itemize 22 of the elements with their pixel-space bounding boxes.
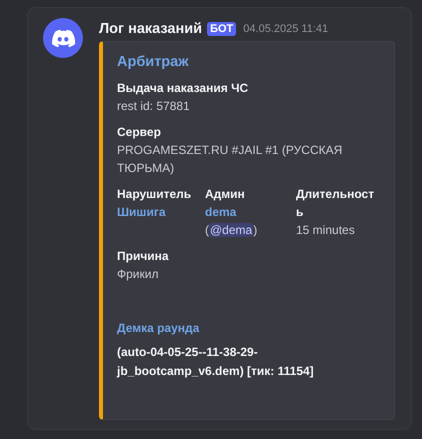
embed-title: Арбитраж [117,54,190,70]
bot-badge: БОТ [207,22,236,36]
field-name: Админ [205,186,245,203]
field-name: Нарушитель [117,186,192,203]
parenthesis: ) [253,223,258,237]
field-value: Фрикил [117,266,160,283]
user-link[interactable]: Шишига [117,203,166,221]
bot-avatar-icon[interactable] [43,18,83,58]
parenthesis: ( [205,223,209,237]
field-name: Демка раунда [117,320,200,337]
field-value: (auto-04-05-25--11-38-29-jb_bootcamp_v6.dem) [тик: 11154] [117,344,315,380]
field-name: Причина [117,248,170,265]
user-link[interactable]: dema [205,203,236,221]
user-mention[interactable]: @dema [209,223,254,237]
timestamp: 04.05.2025 11:41 [243,23,328,35]
field-value: 15 minutes [296,222,355,239]
field-value: PROGAMESZET.RU #JAIL #1 (РУССКАЯ ТЮРЬМА) [117,142,344,177]
field-name: Длительность [296,186,376,221]
field-value: rest id: 57881 [117,98,191,115]
author-name[interactable]: Лог наказаний [99,21,202,37]
field-name: Сервер [117,124,162,141]
field-name: Выдача наказания ЧС [117,80,250,97]
